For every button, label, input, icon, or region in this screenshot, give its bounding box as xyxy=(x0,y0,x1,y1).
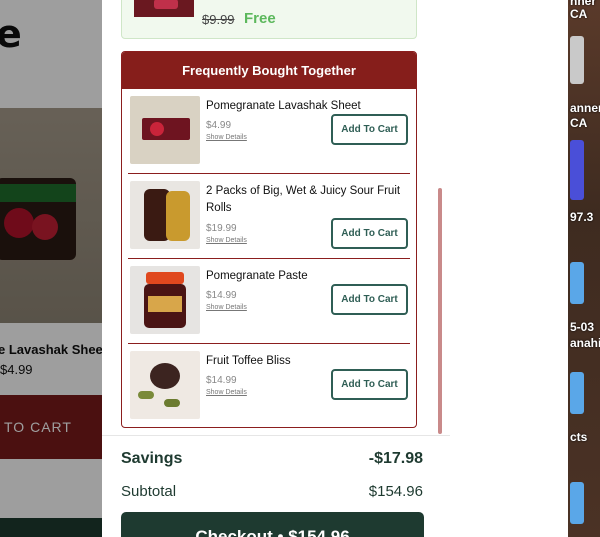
free-gift-box: $9.99 Free xyxy=(121,0,417,39)
folder-icon[interactable] xyxy=(570,372,584,414)
desktop-label: CA xyxy=(570,116,588,130)
product-thumbnail[interactable] xyxy=(130,266,200,334)
fbt-item-name[interactable]: Fruit Toffee Bliss xyxy=(206,353,410,370)
product-thumbnail[interactable] xyxy=(130,96,200,164)
free-gift-image xyxy=(134,0,194,17)
product-thumbnail[interactable] xyxy=(130,351,200,419)
fbt-item: Pomegranate Lavashak Sheet $4.99 Show De… xyxy=(128,89,410,174)
desktop-label: cts xyxy=(570,430,588,444)
product-thumbnail[interactable] xyxy=(130,181,200,249)
subtotal-label: Subtotal xyxy=(121,483,177,500)
savings-label: Savings xyxy=(121,450,183,467)
show-details-link[interactable]: Show Details xyxy=(206,237,247,244)
folder-icon[interactable] xyxy=(570,262,584,304)
cart-drawer: $9.99 Free Frequently Bought Together Po… xyxy=(102,0,450,537)
scrollbar[interactable] xyxy=(438,188,442,434)
desktop-label: anahit xyxy=(570,336,600,350)
document-icon[interactable] xyxy=(570,140,584,200)
checkout-button[interactable]: Checkout • $154.96 xyxy=(121,512,424,537)
fbt-item-name[interactable]: Pomegranate Lavashak Sheet xyxy=(206,98,410,115)
desktop-label: 97.3 xyxy=(570,210,594,224)
fbt-item-name[interactable]: Pomegranate Paste xyxy=(206,268,410,285)
desktop-label: 5-03 xyxy=(570,320,595,334)
fbt-title: Frequently Bought Together xyxy=(122,52,416,89)
show-details-link[interactable]: Show Details xyxy=(206,304,247,311)
free-gift-old-price: $9.99 xyxy=(202,12,235,27)
show-details-link[interactable]: Show Details xyxy=(206,389,247,396)
fbt-item-price: $4.99 xyxy=(206,120,232,131)
add-to-cart-button[interactable]: Add To Cart xyxy=(331,218,408,249)
cart-summary: Savings -$17.98 Subtotal $154.96 Checkou… xyxy=(102,435,450,537)
fbt-item-price: $19.99 xyxy=(206,223,237,234)
desktop-background: nner CA anner CA 97.3 5-03 anahit cts xyxy=(568,0,600,537)
fbt-item-name[interactable]: 2 Packs of Big, Wet & Juicy Sour Fruit R… xyxy=(206,183,410,217)
desktop-label: CA xyxy=(570,7,588,21)
savings-value: -$17.98 xyxy=(368,450,423,467)
fbt-item-price: $14.99 xyxy=(206,290,237,301)
add-to-cart-button[interactable]: Add To Cart xyxy=(331,284,408,315)
add-to-cart-button[interactable]: Add To Cart xyxy=(331,114,408,145)
fbt-item: Fruit Toffee Bliss $14.99 Show Details A… xyxy=(128,344,410,427)
drive-icon[interactable] xyxy=(570,36,584,84)
add-to-cart-button[interactable]: Add To Cart xyxy=(331,369,408,400)
frequently-bought-together: Frequently Bought Together Pomegranate L… xyxy=(121,51,417,428)
desktop-label: anner xyxy=(570,101,600,115)
folder-icon[interactable] xyxy=(570,482,584,524)
fbt-item: 2 Packs of Big, Wet & Juicy Sour Fruit R… xyxy=(128,174,410,259)
subtotal-value: $154.96 xyxy=(368,483,423,500)
fbt-item-price: $14.99 xyxy=(206,375,237,386)
window-gap xyxy=(450,0,568,537)
free-gift-label: Free xyxy=(244,10,276,27)
fbt-item: Pomegranate Paste $14.99 Show Details Ad… xyxy=(128,259,410,344)
show-details-link[interactable]: Show Details xyxy=(206,134,247,141)
